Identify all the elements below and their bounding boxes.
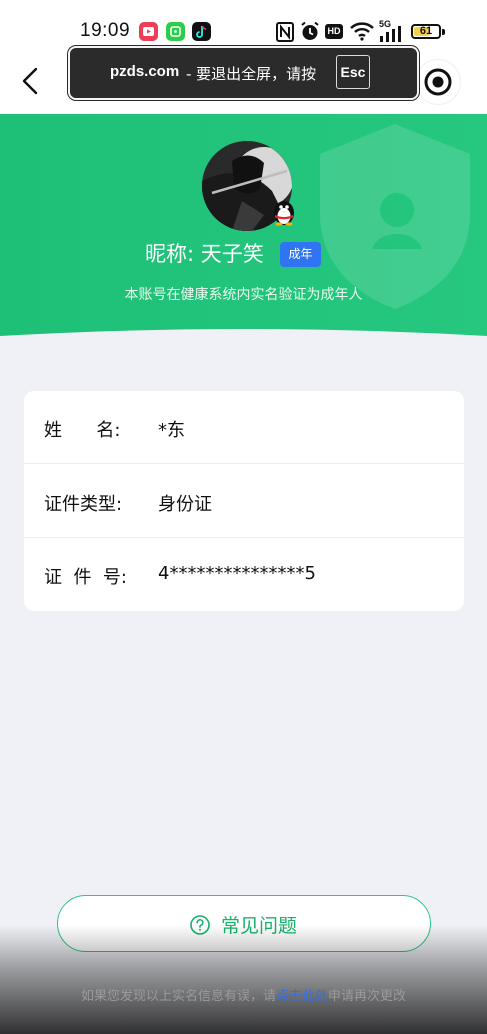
alarm-icon bbox=[301, 21, 319, 40]
footer-suffix: 申请再次更改 bbox=[328, 989, 407, 1004]
battery-icon: 61 bbox=[411, 24, 441, 39]
profile-header: 昵称: 天子笑 成年 本账号在健康系统内实名验证为成年人 bbox=[0, 114, 487, 366]
adult-badge: 成年 bbox=[280, 242, 321, 267]
footer-link[interactable]: 点击此处 bbox=[276, 989, 328, 1004]
target-icon bbox=[424, 68, 452, 96]
battery-level: 61 bbox=[419, 25, 433, 37]
help-circle-icon bbox=[190, 915, 210, 935]
signal-icon bbox=[380, 26, 401, 42]
status-time: 19:09 bbox=[80, 20, 131, 41]
hd-icon: HD bbox=[325, 24, 343, 39]
verify-text: 本账号在健康系统内实名验证为成年人 bbox=[124, 287, 363, 303]
wifi-icon bbox=[350, 22, 374, 41]
footer-note: 如果您发现以上实名信息有误，请点击此处申请再次更改 bbox=[0, 985, 487, 1004]
id-number-label: 证 件 号: bbox=[44, 567, 127, 588]
id-type-row: 证件类型: 身份证 bbox=[24, 465, 464, 538]
name-value: *东 bbox=[158, 420, 185, 441]
name-row: 姓 名: *东 bbox=[24, 391, 464, 464]
nickname: 昵称: 天子笑 bbox=[145, 242, 264, 266]
footer-prefix: 如果您发现以上实名信息有误，请 bbox=[80, 989, 276, 1004]
esc-key-hint: Esc bbox=[336, 55, 370, 89]
tiktok-app-icon bbox=[192, 22, 211, 41]
name-label: 姓 名: bbox=[44, 420, 121, 441]
fullscreen-toast: pzds.com - 要退出全屏，请按 Esc bbox=[68, 46, 419, 100]
id-type-label: 证件类型: bbox=[44, 494, 123, 515]
video-app-icon bbox=[139, 22, 158, 41]
faq-label: 常见问题 bbox=[221, 915, 298, 937]
toast-host: pzds.com bbox=[110, 63, 180, 80]
toast-message: - 要退出全屏，请按 bbox=[186, 65, 317, 83]
chevron-left-icon bbox=[22, 67, 38, 95]
id-number-value: 4***************5 bbox=[158, 563, 316, 584]
id-number-row: 证 件 号: 4***************5 bbox=[24, 538, 464, 611]
qq-penguin-icon bbox=[271, 198, 297, 226]
record-button[interactable] bbox=[415, 59, 461, 105]
id-type-value: 身份证 bbox=[158, 494, 212, 515]
back-button[interactable] bbox=[14, 63, 50, 99]
faq-button[interactable]: 常见问题 bbox=[57, 895, 431, 952]
nfc-icon bbox=[276, 22, 294, 42]
identity-info-card: 姓 名: *东 证件类型: 身份证 证 件 号: 4**************… bbox=[24, 391, 464, 611]
wechat-app-icon bbox=[166, 22, 185, 41]
